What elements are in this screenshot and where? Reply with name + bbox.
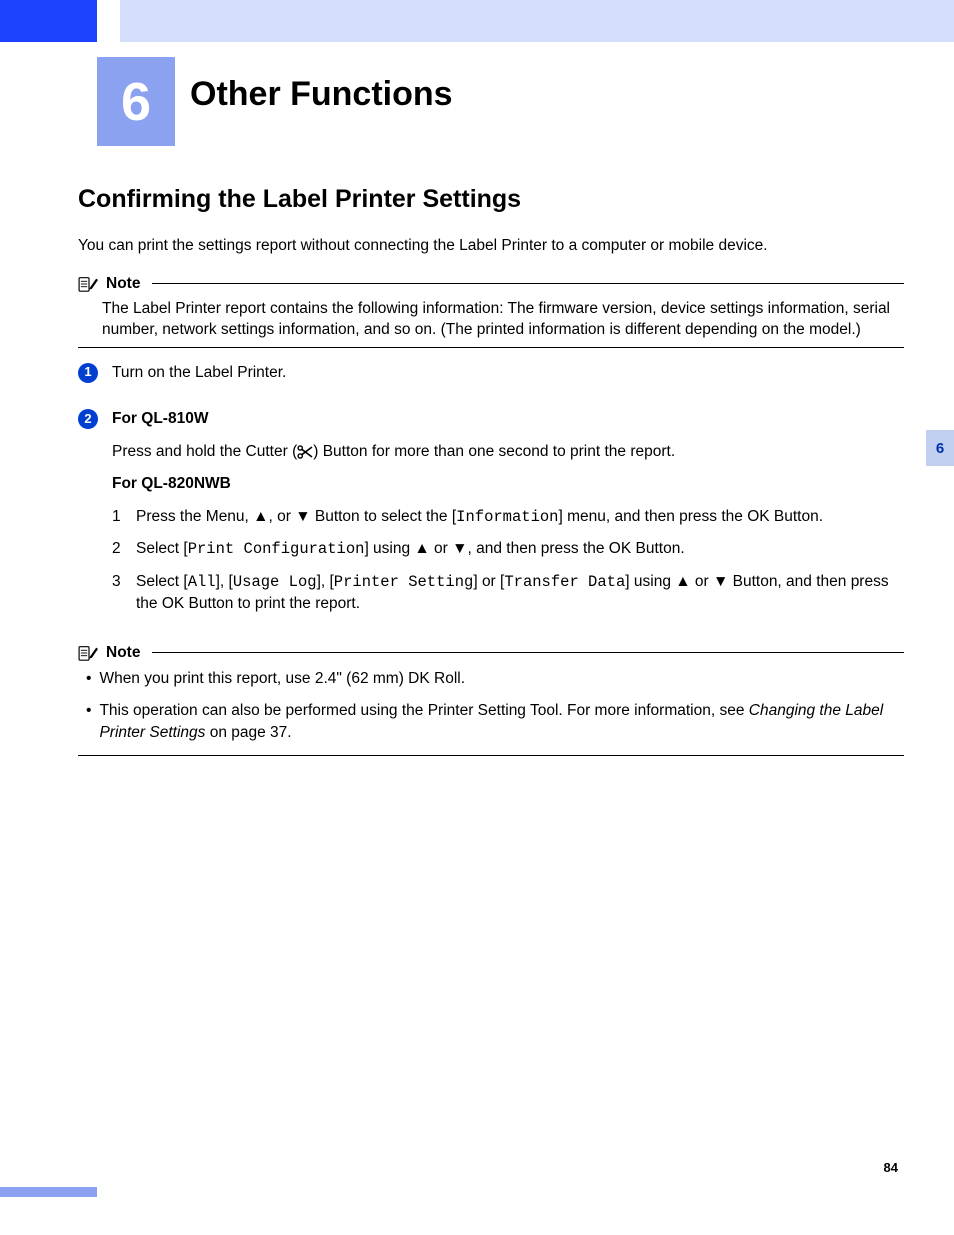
note-label-2: Note	[106, 644, 140, 662]
substep-2: 2 Select [Print Configuration] using ▲ o…	[112, 538, 904, 560]
substep-3-t2: ], [	[317, 573, 334, 590]
step-2-model-a-label: For QL-810W	[112, 408, 904, 430]
substep-3-num: 3	[112, 571, 126, 616]
step-2-model-b-label: For QL-820NWB	[112, 473, 904, 495]
note-2-b2-post: on page 37.	[205, 724, 291, 741]
note-body: The Label Printer report contains the fo…	[102, 299, 904, 341]
note-header-2: Note	[78, 644, 904, 662]
substep-3-m1: All	[188, 573, 216, 591]
substep-1-mono: Information	[456, 508, 558, 526]
substep-3-t1: ], [	[216, 573, 233, 590]
note-pencil-icon	[78, 275, 100, 293]
step-2-model-a-post: ) Button for more than one second to pri…	[313, 443, 675, 460]
step-1: 1 Turn on the Label Printer.	[78, 362, 904, 394]
substep-3-pre: Select [	[136, 573, 188, 590]
substep-1-pre: Press the Menu, ▲, or ▼ Button to select…	[136, 508, 456, 525]
note-block-1: Note The Label Printer report contains t…	[78, 275, 904, 348]
top-banner-right	[120, 0, 954, 42]
steps-list: 1 Turn on the Label Printer. 2 For QL-81…	[78, 362, 904, 626]
step-2-substeps: 1 Press the Menu, ▲, or ▼ Button to sele…	[112, 506, 904, 616]
page-number: 84	[884, 1160, 898, 1175]
step-1-text: Turn on the Label Printer.	[112, 362, 904, 384]
substep-3-t3: ] or [	[473, 573, 504, 590]
note-block-2: Note When you print this report, use 2.4…	[78, 644, 904, 756]
note-2-bullet-2: This operation can also be performed usi…	[86, 700, 904, 745]
substep-3: 3 Select [All], [Usage Log], [Printer Se…	[112, 571, 904, 616]
bottom-left-bar	[0, 1187, 97, 1197]
substep-3-m4: Transfer Data	[504, 573, 625, 591]
top-banner-left	[0, 0, 97, 42]
step-2: 2 For QL-810W Press and hold the Cutter …	[78, 408, 904, 625]
substep-2-post: ] using ▲ or ▼, and then press the OK Bu…	[364, 540, 684, 557]
note-pencil-icon	[78, 644, 100, 662]
note-rule-bottom	[78, 347, 904, 348]
content-area: Confirming the Label Printer Settings Yo…	[78, 185, 904, 770]
note-2-bullets: When you print this report, use 2.4" (62…	[86, 668, 904, 745]
chapter-number: 6	[121, 71, 151, 133]
note-rule-top	[152, 283, 904, 284]
substep-1-num: 1	[112, 506, 126, 528]
note-2-rule-top	[152, 652, 904, 653]
note-2-bullet-2-text: This operation can also be performed usi…	[99, 700, 904, 745]
chapter-number-block: 6	[97, 57, 175, 146]
step-bullet-1: 1	[78, 363, 98, 383]
chapter-title: Other Functions	[190, 75, 453, 114]
step-bullet-2: 2	[78, 409, 98, 429]
note-2-b2-pre: This operation can also be performed usi…	[99, 702, 748, 719]
substep-2-mono: Print Configuration	[188, 540, 365, 558]
substep-1-post: ] menu, and then press the OK Button.	[559, 508, 824, 525]
note-label: Note	[106, 275, 140, 293]
note-2-bullet-1: When you print this report, use 2.4" (62…	[86, 668, 904, 690]
section-title: Confirming the Label Printer Settings	[78, 185, 904, 214]
note-2-rule-bottom	[78, 755, 904, 756]
step-2-model-a-pre: Press and hold the Cutter (	[112, 443, 297, 460]
note-header: Note	[78, 275, 904, 293]
substep-1-text: Press the Menu, ▲, or ▼ Button to select…	[136, 506, 823, 528]
scissors-icon	[297, 445, 313, 459]
substep-3-m3: Printer Setting	[334, 573, 474, 591]
side-tab-label: 6	[936, 440, 944, 457]
substep-2-text: Select [Print Configuration] using ▲ or …	[136, 538, 685, 560]
note-2-bullet-1-text: When you print this report, use 2.4" (62…	[99, 668, 465, 690]
substep-3-text: Select [All], [Usage Log], [Printer Sett…	[136, 571, 904, 616]
top-banner	[0, 0, 954, 42]
section-intro: You can print the settings report withou…	[78, 236, 904, 257]
substep-2-num: 2	[112, 538, 126, 560]
step-2-model-a-text: Press and hold the Cutter ( ) Button for …	[112, 441, 904, 463]
substep-2-pre: Select [	[136, 540, 188, 557]
substep-3-m2: Usage Log	[233, 573, 317, 591]
substep-1: 1 Press the Menu, ▲, or ▼ Button to sele…	[112, 506, 904, 528]
side-tab: 6	[926, 430, 954, 466]
